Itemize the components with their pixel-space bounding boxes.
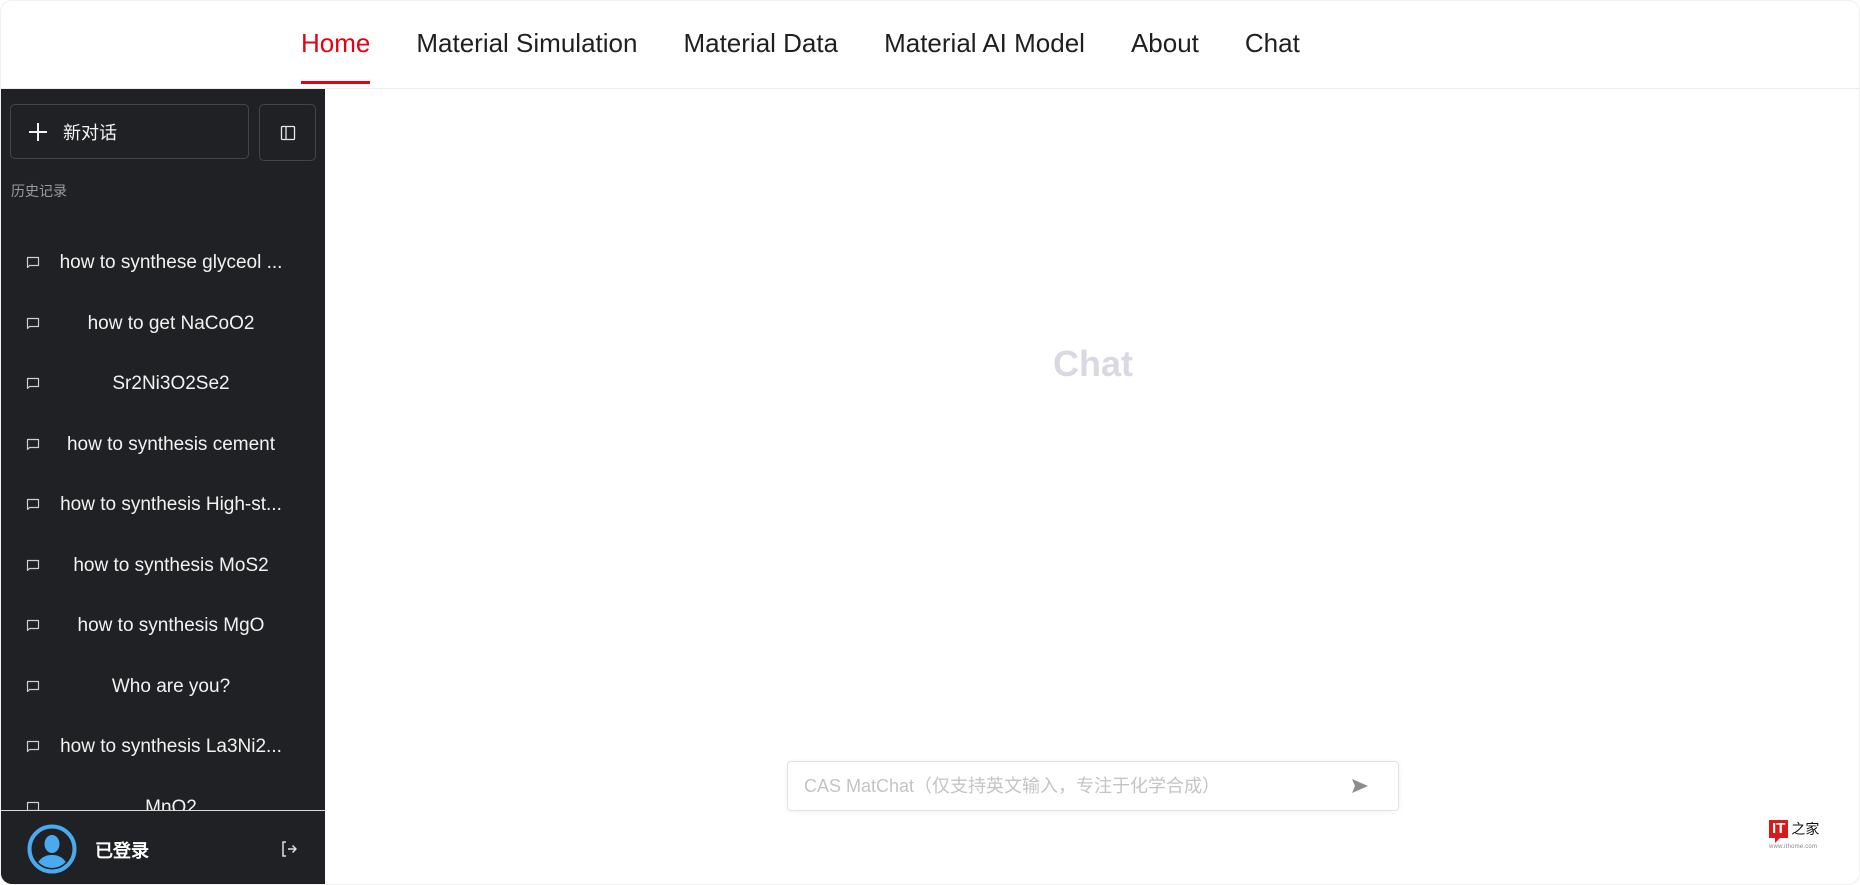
ithome-logo: IT 之家: [1769, 819, 1835, 843]
chat-bubble-icon: [26, 559, 40, 571]
history-item-label: Who are you?: [111, 675, 231, 697]
new-chat-label: 新对话: [63, 122, 117, 143]
sidebar-panel-icon: [280, 125, 295, 140]
history-item[interactable]: how to get NaCoO2: [1, 294, 325, 355]
user-avatar-icon[interactable]: [27, 824, 77, 874]
nav-chat[interactable]: Chat: [1245, 1, 1300, 88]
chat-bubble-icon: [26, 499, 40, 511]
chat-input-box: [787, 761, 1399, 811]
login-status: 已登录: [95, 841, 149, 861]
history-item-label: how to synthesis MoS2: [73, 554, 269, 576]
nav-home[interactable]: Home: [301, 1, 371, 88]
send-icon[interactable]: [1350, 776, 1370, 796]
chat-main: Chat: [325, 89, 1859, 884]
toggle-sidebar-button[interactable]: [259, 104, 316, 161]
ithome-logo-zh: 之家: [1791, 822, 1820, 838]
chat-bubble-icon: [26, 317, 40, 329]
history-item-label: how to synthesis MgO: [77, 615, 265, 637]
history-item[interactable]: how to synthese glyceol ...: [1, 233, 325, 294]
history-title: 历史记录: [11, 183, 67, 199]
ithome-logo-it: IT: [1769, 820, 1789, 843]
nav-about[interactable]: About: [1131, 1, 1199, 88]
user-area: 已登录: [1, 810, 325, 884]
sidebar: 新对话 历史记录 how to synthese glyceol ... how…: [1, 89, 325, 884]
plus-icon: [29, 122, 47, 141]
chat-bubble-icon: [26, 680, 40, 692]
history-list[interactable]: how to synthese glyceol ... how to get N…: [1, 233, 325, 884]
history-item-label: how to get NaCoO2: [87, 312, 255, 334]
history-item[interactable]: Who are you?: [1, 657, 325, 718]
main-nav: Home Material Simulation Material Data M…: [301, 1, 1346, 88]
history-item[interactable]: how to synthesis High-st...: [1, 475, 325, 536]
history-item-label: how to synthese glyceol ...: [59, 252, 283, 274]
chat-bubble-icon: [26, 378, 40, 390]
history-item-label: how to synthesis High-st...: [60, 494, 282, 516]
nav-material-data[interactable]: Material Data: [683, 1, 838, 88]
history-item[interactable]: Sr2Ni3O2Se2: [1, 354, 325, 415]
history-item[interactable]: how to synthesis MoS2: [1, 536, 325, 597]
chat-bubble-icon: [26, 741, 40, 753]
history-item-label: Sr2Ni3O2Se2: [112, 373, 230, 395]
chat-title: Chat: [1053, 343, 1133, 384]
history-item-label: how to synthesis La3Ni2...: [60, 736, 282, 758]
ithome-watermark: IT 之家 www.ithome.com: [1769, 819, 1835, 859]
history-item[interactable]: how to synthesis cement: [1, 415, 325, 476]
nav-material-ai-model[interactable]: Material AI Model: [884, 1, 1085, 88]
nav-material-simulation[interactable]: Material Simulation: [416, 1, 637, 88]
history-item[interactable]: how to synthesis MgO: [1, 596, 325, 657]
chat-input[interactable]: [788, 762, 1328, 810]
logout-icon[interactable]: [279, 839, 299, 859]
new-chat-button[interactable]: 新对话: [10, 104, 249, 159]
chat-bubble-icon: [26, 620, 40, 632]
chat-bubble-icon: [26, 438, 40, 450]
history-item-label: how to synthesis cement: [66, 433, 276, 455]
app-window: Home Material Simulation Material Data M…: [0, 0, 1860, 885]
top-header: Home Material Simulation Material Data M…: [1, 1, 1859, 89]
chat-bubble-icon: [26, 257, 40, 269]
ithome-url: www.ithome.com: [1769, 844, 1818, 850]
history-item[interactable]: how to synthesis La3Ni2...: [1, 717, 325, 778]
